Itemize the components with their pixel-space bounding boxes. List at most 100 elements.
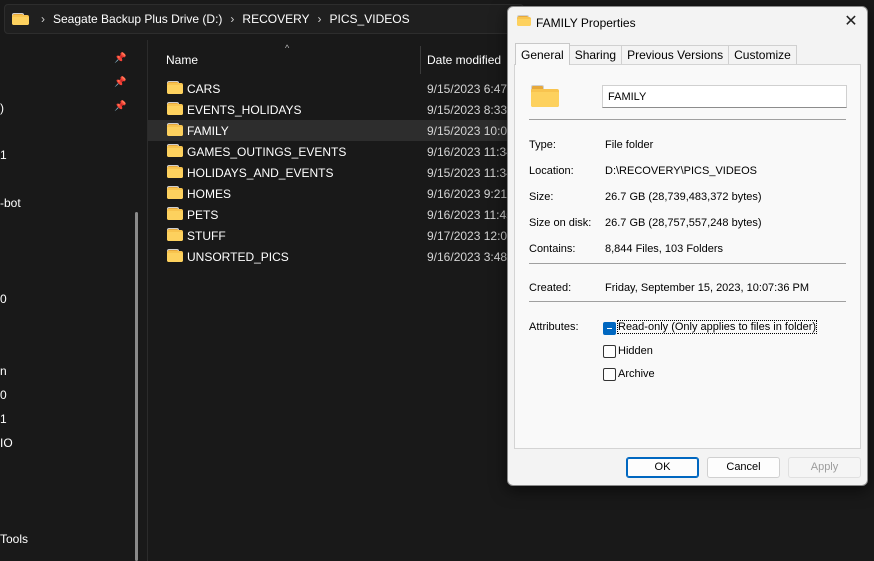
- file-date-modified: 9/17/2023 12:03: [427, 229, 514, 243]
- file-name: EVENTS_HOLIDAYS: [187, 103, 302, 117]
- general-panel: Type: File folder Location: D:\RECOVERY\…: [514, 64, 861, 449]
- pin-icon: 📌: [114, 101, 127, 112]
- folder-icon: [167, 81, 183, 94]
- folder-icon: [167, 123, 183, 136]
- scrollbar[interactable]: [135, 212, 138, 561]
- folder-icon: [167, 102, 183, 115]
- size-label: Size:: [529, 191, 554, 203]
- file-row[interactable]: FAMILY 9/15/2023 10:07: [148, 120, 514, 141]
- hidden-checkbox[interactable]: [603, 345, 616, 358]
- folder-icon: [167, 165, 183, 178]
- file-row[interactable]: PETS 9/16/2023 11:45: [148, 204, 513, 225]
- folder-icon: [531, 85, 559, 107]
- close-icon[interactable]: ✕: [841, 11, 861, 33]
- contains-label: Contains:: [529, 243, 576, 255]
- location-value: D:\RECOVERY\PICS_VIDEOS: [605, 165, 758, 177]
- file-name: PETS: [187, 208, 219, 222]
- created-value: Friday, September 15, 2023, 10:07:36 PM: [605, 282, 810, 294]
- file-date-modified: 9/15/2023 8:33: [427, 103, 508, 117]
- file-name: GAMES_OUTINGS_EVENTS: [187, 145, 347, 159]
- file-row[interactable]: HOMES 9/16/2023 9:21: [148, 183, 508, 204]
- file-name: UNSORTED_PICS: [187, 250, 289, 264]
- file-name: HOMES: [187, 187, 232, 201]
- folder-icon: [12, 12, 29, 26]
- nav-item[interactable]: n: [0, 364, 7, 378]
- file-row[interactable]: CARS 9/15/2023 6:47: [148, 78, 508, 99]
- ok-button[interactable]: OK: [626, 457, 699, 478]
- nav-item[interactable]: 1: [0, 412, 7, 426]
- file-date-modified: 9/15/2023 11:34: [427, 166, 513, 180]
- nav-item[interactable]: 0: [0, 388, 7, 402]
- nav-item[interactable]: ): [0, 101, 4, 115]
- column-divider[interactable]: [420, 46, 421, 74]
- divider: [529, 119, 846, 120]
- file-name: HOLIDAYS_AND_EVENTS: [187, 166, 334, 180]
- sort-up-icon: ^: [285, 43, 290, 53]
- file-date-modified: 9/15/2023 10:07: [427, 124, 514, 138]
- chevron-right-icon[interactable]: ›: [41, 12, 45, 26]
- file-row[interactable]: STUFF 9/17/2023 12:03: [148, 225, 514, 246]
- folder-icon: [167, 144, 183, 157]
- file-list: CARS 9/15/2023 6:47 EVENTS_HOLIDAYS 9/15/20…: [148, 78, 514, 267]
- file-date-modified: 9/16/2023 3:48: [427, 250, 508, 264]
- archive-checkbox[interactable]: [603, 368, 616, 381]
- contains-value: 8,844 Files, 103 Folders: [605, 243, 724, 255]
- breadcrumb-pics-videos[interactable]: PICS_VIDEOS: [330, 12, 410, 26]
- tab-previous-versions[interactable]: Previous Versions: [621, 45, 730, 65]
- divider: [529, 301, 846, 302]
- type-value: File folder: [605, 139, 654, 151]
- archive-label[interactable]: Archive: [618, 368, 655, 380]
- file-name: CARS: [187, 82, 221, 96]
- dialog-title: FAMILY Properties: [536, 16, 636, 30]
- pin-icon: 📌: [114, 77, 127, 88]
- nav-item[interactable]: Tools: [0, 532, 28, 546]
- folder-icon: [167, 249, 183, 262]
- file-date-modified: 9/15/2023 6:47: [427, 82, 508, 96]
- folder-icon: [517, 15, 531, 26]
- file-name: FAMILY: [187, 124, 229, 138]
- hidden-label[interactable]: Hidden: [618, 345, 653, 357]
- folder-icon: [167, 228, 183, 241]
- file-date-modified: 9/16/2023 11:34: [427, 145, 513, 159]
- column-header-date-modified[interactable]: Date modified: [427, 53, 501, 67]
- size-on-disk-value: 26.7 GB (28,757,557,248 bytes): [605, 217, 762, 229]
- size-on-disk-label: Size on disk:: [529, 217, 592, 229]
- nav-item[interactable]: 0: [0, 292, 7, 306]
- file-row[interactable]: HOLIDAYS_AND_EVENTS 9/15/2023 11:34: [148, 162, 513, 183]
- file-row[interactable]: GAMES_OUTINGS_EVENTS 9/16/2023 11:34: [148, 141, 513, 162]
- column-header-row: Name ^ Date modified: [148, 40, 508, 80]
- size-value: 26.7 GB (28,739,483,372 bytes): [605, 191, 762, 203]
- location-label: Location:: [529, 165, 574, 177]
- file-date-modified: 9/16/2023 9:21: [427, 187, 508, 201]
- tab-sharing[interactable]: Sharing: [568, 45, 623, 65]
- nav-item[interactable]: -bot: [0, 196, 21, 210]
- nav-item[interactable]: 1: [0, 148, 7, 162]
- read-only-checkbox[interactable]: [603, 322, 616, 335]
- type-label: Type:: [529, 139, 556, 151]
- properties-dialog: FAMILY Properties ✕ General Sharing Prev…: [507, 6, 868, 486]
- address-bar[interactable]: › Seagate Backup Plus Drive (D:) › RECOV…: [4, 4, 524, 34]
- navigation-pane[interactable]: 📌 📌 📌 ) 1 -bot 0 n 0 1 IO Tools: [0, 40, 148, 561]
- nav-item[interactable]: IO: [0, 436, 13, 450]
- cancel-button[interactable]: Cancel: [707, 457, 780, 478]
- tab-customize[interactable]: Customize: [728, 45, 797, 65]
- file-row[interactable]: UNSORTED_PICS 9/16/2023 3:48: [148, 246, 508, 267]
- created-label: Created:: [529, 282, 572, 294]
- file-row[interactable]: EVENTS_HOLIDAYS 9/15/2023 8:33: [148, 99, 508, 120]
- attributes-label: Attributes:: [529, 321, 579, 333]
- file-name: STUFF: [187, 229, 226, 243]
- apply-button[interactable]: Apply: [788, 457, 861, 478]
- pin-icon: 📌: [114, 53, 127, 64]
- read-only-label[interactable]: Read-only (Only applies to files in fold…: [616, 320, 818, 334]
- tab-general[interactable]: General: [515, 43, 570, 65]
- breadcrumb-drive[interactable]: Seagate Backup Plus Drive (D:): [53, 12, 222, 26]
- tab-strip: General Sharing Previous Versions Custom…: [515, 43, 797, 65]
- folder-icon: [167, 186, 183, 199]
- divider: [529, 263, 846, 264]
- file-date-modified: 9/16/2023 11:45: [427, 208, 513, 222]
- folder-name-input[interactable]: [602, 85, 847, 108]
- chevron-right-icon[interactable]: ›: [318, 12, 322, 26]
- chevron-right-icon[interactable]: ›: [230, 12, 234, 26]
- column-header-name[interactable]: Name: [166, 53, 198, 67]
- breadcrumb-recovery[interactable]: RECOVERY: [242, 12, 309, 26]
